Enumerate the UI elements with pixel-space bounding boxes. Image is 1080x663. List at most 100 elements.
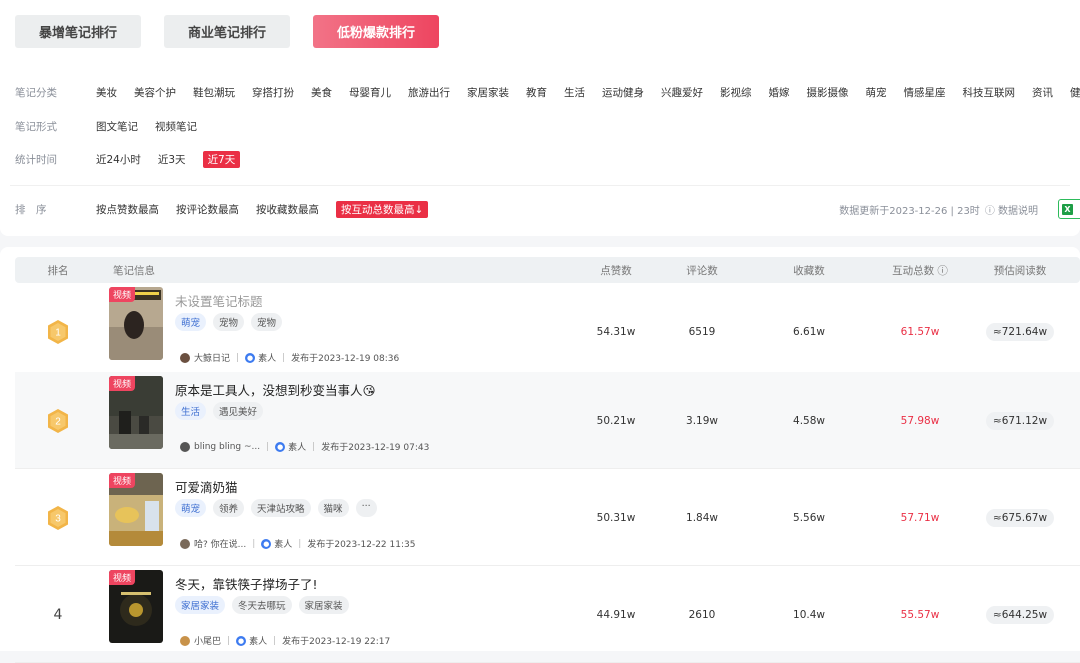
table-row[interactable]: 3 视频 可爱滴奶猫 萌宠 领养 天津站攻略 猫咪 ··· 哈? 你在说... … — [15, 469, 1080, 566]
note-thumbnail[interactable]: 视频 — [109, 473, 163, 546]
author-name[interactable]: 大鲸日记 — [194, 351, 230, 364]
table-row[interactable]: 2 视频 原本是工具人，没想到秒变当事人😘 生活 遇见美好 bling blin… — [15, 372, 1080, 469]
category-option[interactable]: 母婴育儿 — [349, 84, 391, 101]
ranking-tabs: 暴增笔记排行 商业笔记排行 低粉爆款排行 — [0, 0, 1080, 62]
note-title[interactable]: 未设置笔记标题 — [175, 291, 263, 310]
total-interactions: 57.71w — [900, 511, 940, 524]
total-interactions: 57.98w — [900, 414, 940, 427]
table-row[interactable]: 1 视频 未设置笔记标题 萌宠 宠物 宠物 大鲸日记 | ● 素人 | 发布于2… — [15, 283, 1080, 380]
sort-by-favorites[interactable]: 按收藏数最高 — [256, 201, 319, 218]
author-role: 素人 — [274, 540, 293, 550]
category-option[interactable]: 生活 — [564, 84, 585, 101]
category-option[interactable]: 萌宠 — [866, 84, 887, 101]
user-icon: ● — [245, 352, 256, 363]
category-tag: 萌宠 — [175, 499, 207, 517]
author-role: 素人 — [258, 354, 277, 364]
category-option[interactable]: 影视综 — [720, 84, 752, 101]
author-avatar — [180, 538, 190, 549]
meta-separator: | — [312, 441, 316, 452]
video-badge: 视频 — [109, 376, 136, 391]
rank-number: 1 — [55, 327, 61, 338]
video-badge: 视频 — [109, 287, 136, 302]
header-likes: 点赞数 — [600, 264, 632, 277]
time-option-3d[interactable]: 近3天 — [158, 151, 186, 168]
category-option[interactable]: 摄影摄像 — [807, 84, 849, 101]
meta-separator: | — [236, 352, 240, 363]
update-time: 数据更新于2023-12-26 | 23时 — [839, 205, 980, 217]
topic-tag: 冬天去哪玩 — [232, 596, 292, 614]
note-thumbnail[interactable]: 视频 — [109, 287, 163, 360]
comments-count: 3.19w — [686, 414, 718, 427]
comments-count: 2610 — [688, 608, 716, 621]
likes-count: 50.31w — [596, 511, 636, 524]
user-icon: ● — [261, 538, 272, 549]
header-note-info: 笔记信息 — [113, 264, 155, 277]
table-row[interactable]: 4 视频 冬天，靠铁筷子撑场子了! 家居家装 冬天去哪玩 家居家装 小尾巴 | … — [15, 566, 1080, 663]
meta-separator: | — [298, 538, 302, 549]
sort-by-likes[interactable]: 按点赞数最高 — [96, 201, 159, 218]
gold-medal-icon: 3 — [48, 505, 68, 530]
category-option[interactable]: 穿搭打扮 — [252, 84, 294, 101]
category-option[interactable]: 家居家装 — [467, 84, 509, 101]
rank-medal: 3 — [43, 469, 73, 566]
likes-count: 50.21w — [596, 414, 636, 427]
time-label: 统计时间 — [15, 153, 57, 166]
favorites-count: 4.58w — [793, 414, 825, 427]
table-header: 排名 笔记信息 点赞数 评论数 收藏数 互动总数 ⓘ 预估阅读数 — [15, 257, 1080, 283]
category-option[interactable]: 美食 — [311, 84, 332, 101]
form-label: 笔记形式 — [15, 120, 57, 133]
note-title[interactable]: 冬天，靠铁筷子撑场子了! — [175, 574, 318, 593]
author-role: 素人 — [288, 443, 307, 453]
sort-by-comments[interactable]: 按评论数最高 — [176, 201, 239, 218]
tab-business-notes[interactable]: 商业笔记排行 — [164, 15, 290, 48]
category-options: 美妆 美容个护 鞋包潮玩 穿搭打扮 美食 母婴育儿 旅游出行 家居家装 教育 生… — [96, 84, 1080, 101]
tab-surge-notes[interactable]: 暴增笔记排行 — [15, 15, 141, 48]
filter-divider — [10, 185, 1070, 186]
category-option[interactable]: 情感星座 — [904, 84, 946, 101]
category-label: 笔记分类 — [15, 86, 57, 99]
note-tags: 萌宠 领养 天津站攻略 猫咪 ··· — [175, 499, 384, 517]
sort-options: 按点赞数最高 按评论数最高 按收藏数最高 按互动总数最高↓ — [96, 200, 445, 218]
category-option[interactable]: 旅游出行 — [408, 84, 450, 101]
time-options: 近24小时 近3天 近7天 — [96, 150, 257, 168]
topic-tag: 领养 — [213, 499, 245, 517]
category-option[interactable]: 美妆 — [96, 84, 117, 101]
category-option[interactable]: 鞋包潮玩 — [193, 84, 235, 101]
category-option[interactable]: 资讯 — [1032, 84, 1053, 101]
estimated-reads-cell: ≈675.67w — [985, 469, 1055, 566]
sort-by-interactions[interactable]: 按互动总数最高↓ — [336, 200, 429, 218]
note-thumbnail[interactable]: 视频 — [109, 570, 163, 643]
note-title[interactable]: 可爱滴奶猫 — [175, 477, 238, 496]
data-explanation-link[interactable]: ⓘ 数据说明 — [985, 202, 1038, 217]
user-icon: ● — [275, 441, 286, 452]
form-option-video[interactable]: 视频笔记 — [155, 118, 197, 135]
note-tags: 萌宠 宠物 宠物 — [175, 313, 289, 331]
tab-low-fan-hits[interactable]: 低粉爆款排行 — [313, 15, 439, 48]
video-badge: 视频 — [109, 570, 136, 585]
category-option[interactable]: 科技互联网 — [963, 84, 1016, 101]
author-name[interactable]: 哈? 你在说... — [194, 537, 246, 550]
category-option[interactable]: 婚嫁 — [769, 84, 790, 101]
note-tags: 家居家装 冬天去哪玩 家居家装 — [175, 596, 356, 614]
form-option-image[interactable]: 图文笔记 — [96, 118, 138, 135]
time-option-24h[interactable]: 近24小时 — [96, 151, 141, 168]
category-option[interactable]: 健康 — [1070, 84, 1080, 101]
comments-count: 6519 — [688, 325, 716, 338]
more-tags[interactable]: ··· — [355, 499, 377, 517]
note-thumbnail[interactable]: 视频 — [109, 376, 163, 449]
video-badge: 视频 — [109, 473, 136, 488]
estimated-reads-cell: ≈721.64w — [985, 283, 1055, 380]
category-option[interactable]: 运动健身 — [602, 84, 644, 101]
form-options: 图文笔记 视频笔记 — [96, 118, 214, 135]
note-title[interactable]: 原本是工具人，没想到秒变当事人😘 — [175, 380, 376, 399]
category-option[interactable]: 美容个护 — [134, 84, 176, 101]
note-meta: 大鲸日记 | ● 素人 | 发布于2023-12-19 08:36 — [180, 351, 399, 364]
category-option[interactable]: 教育 — [526, 84, 547, 101]
category-option[interactable]: 兴趣爱好 — [661, 84, 703, 101]
estimated-reads: ≈644.25w — [985, 605, 1055, 624]
time-option-7d[interactable]: 近7天 — [202, 150, 241, 168]
export-excel-button[interactable]: X — [1058, 199, 1080, 219]
author-name[interactable]: 小尾巴 — [194, 634, 221, 647]
publish-date: 发布于2023-12-19 07:43 — [321, 443, 430, 453]
author-name[interactable]: bling bling ~... — [194, 442, 260, 452]
